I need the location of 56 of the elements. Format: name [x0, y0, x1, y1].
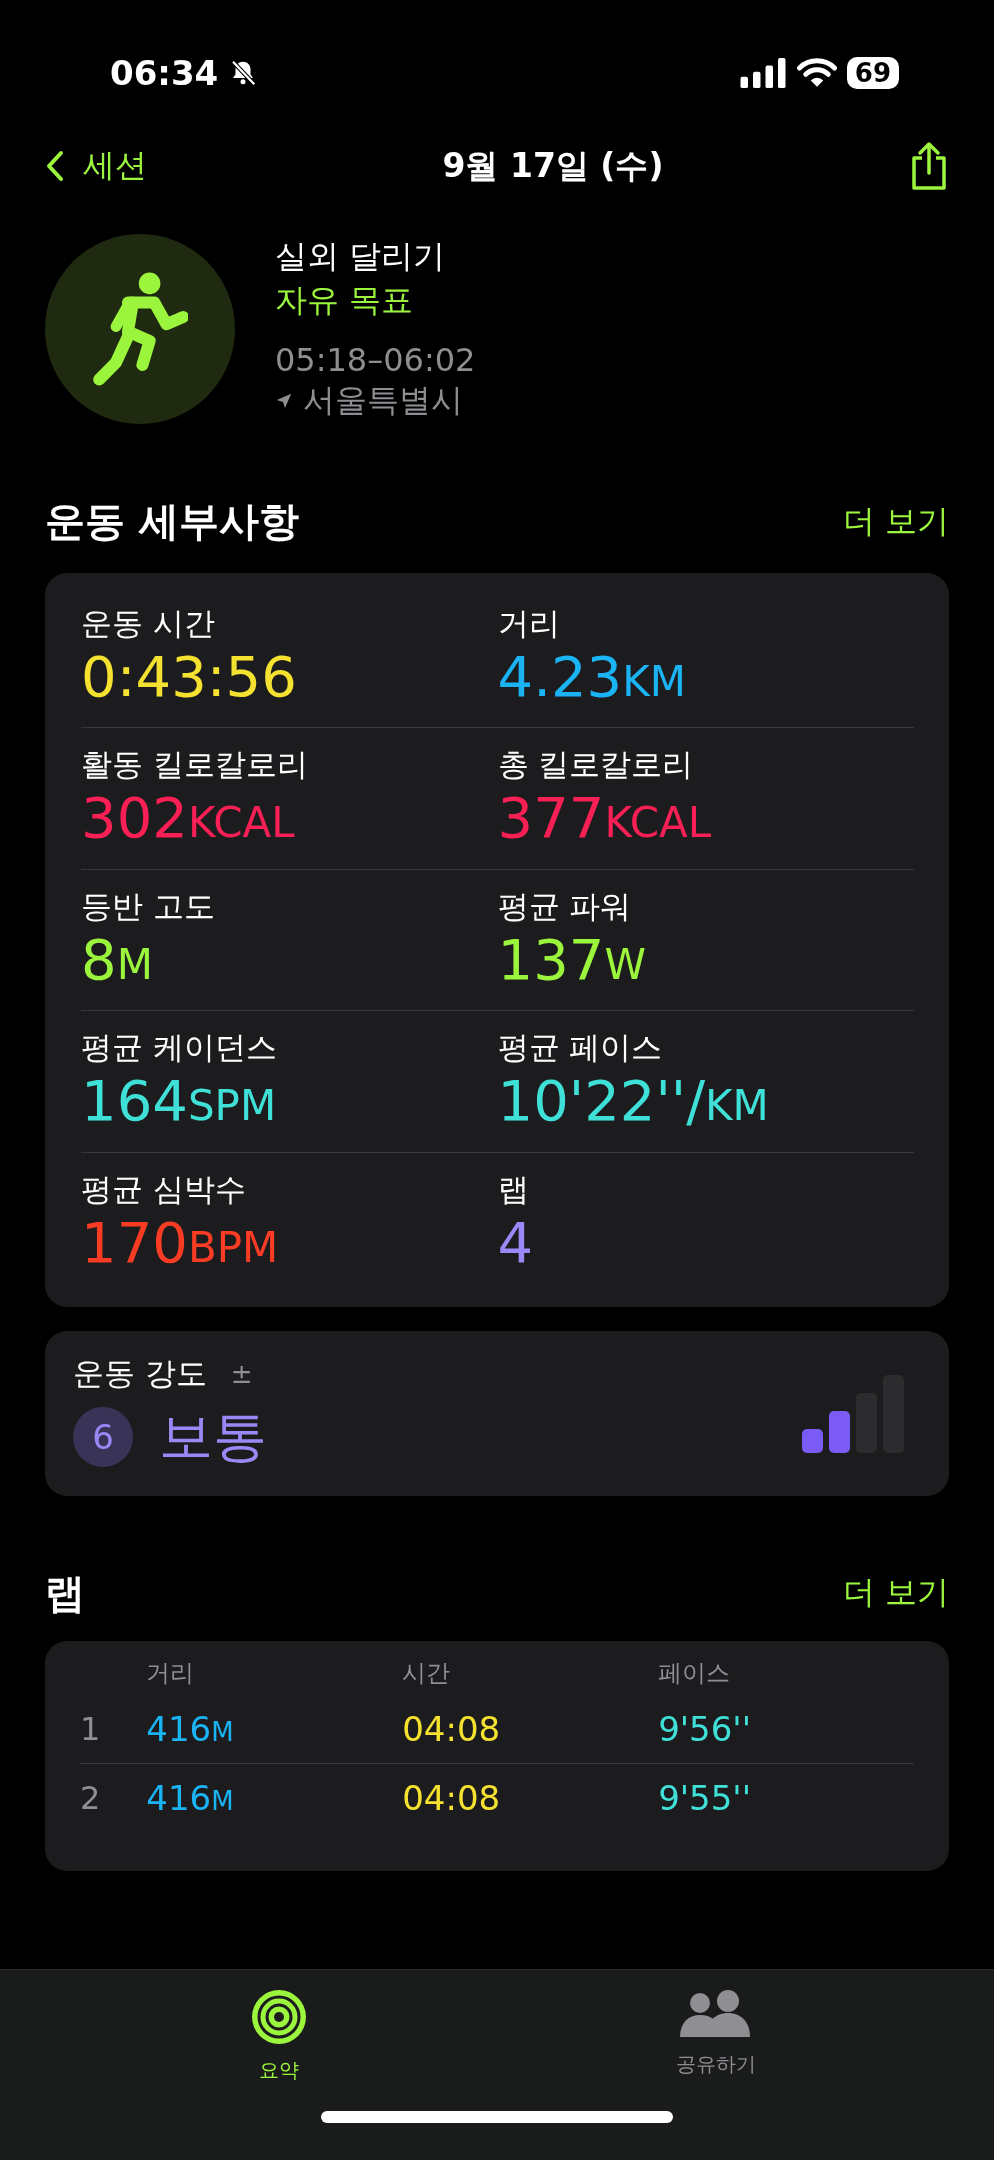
lap-pace: 9'55'' — [658, 1777, 753, 1818]
wifi-icon — [796, 58, 837, 88]
back-button[interactable]: 세션 — [45, 144, 147, 188]
time-range: 05:18–06:02 — [275, 341, 476, 379]
metric-label: 등반 고도 — [81, 886, 216, 926]
metric-value: 137W — [497, 927, 647, 993]
lap-number: 2 — [80, 1778, 102, 1817]
metric-label: 평균 파워 — [497, 886, 633, 926]
status-time: 06:34 — [110, 53, 219, 93]
column-header: 페이스 — [658, 1657, 732, 1689]
people-icon — [679, 1989, 752, 2039]
battery-icon: 69 — [846, 57, 899, 89]
metric-value: 8M — [81, 927, 154, 993]
tab[interactable]: 요약 — [178, 1988, 379, 2085]
metric-label: 활동 킬로칼로리 — [81, 745, 309, 785]
column-header: 시간 — [402, 1657, 452, 1689]
signal-icon — [738, 58, 787, 88]
metric-value: 4 — [497, 1210, 535, 1275]
workout-name: 실외 달리기 — [275, 236, 447, 277]
intensity-label: 운동 강도 — [73, 1353, 207, 1393]
metric-value: 170BPM — [81, 1210, 280, 1275]
lap-number: 1 — [80, 1709, 102, 1748]
metric-label: 운동 시간 — [81, 604, 216, 643]
section-title: 랩 — [45, 1568, 85, 1618]
column-header: 거리 — [146, 1657, 196, 1689]
metric-value: 0:43:56 — [81, 645, 298, 710]
metric-label: 평균 페이스 — [497, 1028, 664, 1068]
lap-distance: 416M — [146, 1708, 235, 1749]
lap-time: 04:08 — [402, 1777, 502, 1818]
location-text: 서울특별시 — [303, 380, 463, 421]
chevron-left-icon — [45, 150, 65, 182]
show-more-link[interactable]: 더 보기 — [842, 499, 949, 544]
section-title: 운동 세부사항 — [45, 497, 299, 546]
lap-distance: 416M — [146, 1777, 235, 1818]
page-title: 9월 17일 (수) — [442, 144, 664, 187]
metric-label: 평균 심박수 — [81, 1169, 247, 1209]
metric-value: 10'22''/KM — [497, 1069, 770, 1134]
metric-value: 164SPM — [81, 1069, 278, 1134]
intensity-score: 6 — [73, 1407, 133, 1468]
metric-label: 평균 케이던스 — [81, 1028, 278, 1068]
show-more-link[interactable]: 더 보기 — [842, 1571, 949, 1616]
workout-goal: 자유 목표 — [275, 280, 415, 321]
metric-value: 377KCAL — [497, 786, 713, 851]
rings-icon — [250, 1989, 307, 2045]
tab[interactable]: 공유하기 — [615, 1988, 816, 2085]
adjust-symbol: ± — [230, 1358, 253, 1389]
location-arrow-icon — [275, 392, 293, 410]
lap-pace: 9'56'' — [658, 1708, 753, 1749]
share-icon[interactable] — [909, 141, 949, 191]
lap-time: 04:08 — [402, 1708, 502, 1749]
metric-label: 랩 — [497, 1169, 530, 1209]
metric-value: 302 KCAL — [81, 786, 296, 851]
metric-value: 4.23KM — [497, 645, 687, 710]
metric-label: 총 킬로칼로리 — [497, 745, 695, 785]
metric-label: 거리 — [497, 604, 561, 643]
intensity-value: 보통 — [159, 1403, 267, 1470]
